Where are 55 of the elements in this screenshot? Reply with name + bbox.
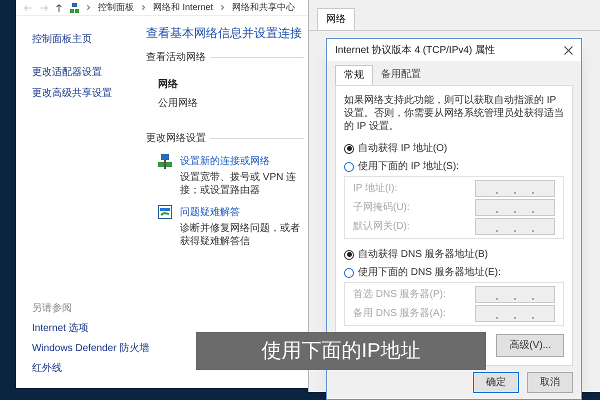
field-label: IP 地址(I): [353, 182, 398, 196]
ip-address-field[interactable] [475, 305, 555, 322]
network-name: 网络 [158, 78, 179, 92]
radio-button[interactable] [344, 162, 354, 172]
close-icon[interactable] [564, 46, 573, 54]
advanced-button[interactable]: 高级(V)... [496, 334, 564, 357]
cancel-button[interactable]: 取消 [527, 372, 573, 393]
sidebar-link[interactable]: 更改高级共享设置 [32, 86, 146, 101]
task-description: 诊断并修复网络问题，或者获得疑难解答信 [180, 222, 301, 248]
video-subtitle: 使用下面的IP地址 [196, 332, 486, 370]
radio-button[interactable] [344, 250, 354, 260]
field-label: 备用 DNS 服务器(A): [353, 307, 446, 321]
troubleshoot-icon [158, 205, 172, 219]
field-label: 默认网关(D): [353, 220, 410, 234]
breadcrumb-item[interactable]: 网络和 Internet [153, 0, 214, 14]
sidebar-link[interactable]: 控制面板主页 [32, 32, 146, 47]
section-heading: 更改网络设置 [146, 132, 206, 146]
breadcrumb-item[interactable]: 控制面板 [98, 0, 134, 14]
ip-address-field[interactable] [475, 218, 555, 235]
chevron-icon [87, 5, 90, 10]
tab[interactable]: 备用配置 [373, 65, 429, 85]
chevron-icon [142, 5, 145, 10]
field-label: 首选 DNS 服务器(P): [353, 288, 446, 302]
ip-address-field[interactable] [475, 286, 555, 303]
dialog-title: Internet 协议版本 4 (TCP/IPv4) 属性 [335, 44, 496, 58]
radio-button[interactable] [344, 268, 354, 278]
up-arrow-icon[interactable] [56, 4, 62, 12]
chevron-icon [221, 5, 224, 10]
task-link[interactable]: 设置新的连接或网络 [180, 154, 304, 169]
page-title: 查看基本网络信息并设置连接 [146, 25, 303, 42]
ip-address-field[interactable] [475, 199, 555, 216]
section-heading: 查看活动网络 [146, 50, 206, 65]
tab[interactable]: 网络 [317, 8, 355, 30]
see-also-heading: 另请参阅 [32, 302, 73, 316]
see-also-link[interactable]: Internet 选项 [32, 321, 146, 336]
network-type: 公用网络 [158, 97, 199, 111]
back-arrow-icon[interactable] [24, 4, 32, 10]
task-description: 设置宽带、拨号或 VPN 连接；或设置路由器 [180, 171, 298, 197]
radio-label: 自动获得 DNS 服务器地址(B) [358, 248, 488, 262]
radio-label: 使用下面的 DNS 服务器地址(E): [358, 266, 501, 280]
field-label: 子网掩码(U): [353, 201, 410, 215]
ip-address-field[interactable] [475, 180, 555, 197]
see-also-link[interactable]: 红外线 [32, 361, 146, 376]
tab[interactable]: 常规 [335, 65, 373, 85]
radio-label: 使用下面的 IP 地址(S): [358, 160, 459, 174]
sidebar-link[interactable]: 更改适配器设置 [32, 65, 146, 80]
task-link[interactable]: 问题疑难解答 [180, 205, 304, 220]
description-text: 如果网络支持此功能，则可以获取自动指派的 IP 设置。否则，你需要从网络系统管理员处获得适当的 IP 设置。 [344, 94, 564, 133]
radio-button[interactable] [344, 144, 354, 154]
radio-label: 自动获得 IP 地址(O) [358, 142, 448, 156]
network-icon [70, 2, 79, 12]
ok-button[interactable]: 确定 [473, 372, 519, 393]
breadcrumb-item[interactable]: 网络和共享中心 [232, 0, 296, 14]
network-setup-icon [158, 154, 172, 170]
forward-arrow-icon[interactable] [40, 4, 48, 10]
